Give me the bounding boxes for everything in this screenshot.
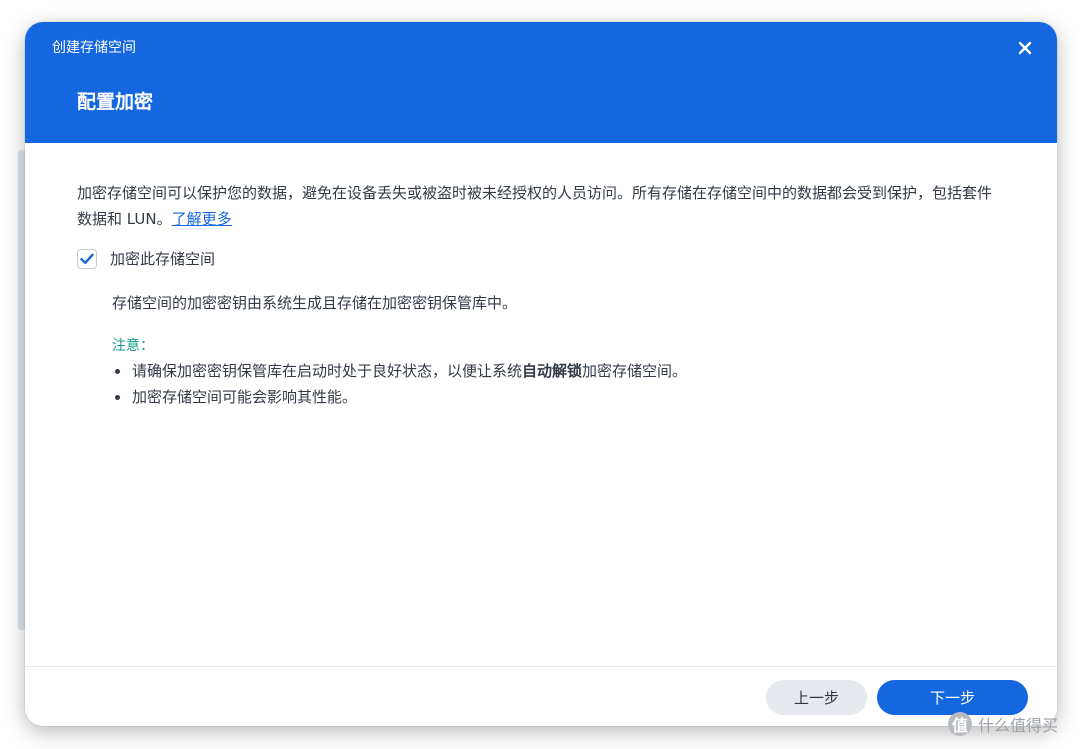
window-title: 创建存储空间: [52, 40, 136, 56]
checkmark-icon: [80, 253, 94, 264]
note-bold-text: 自动解锁: [522, 362, 583, 380]
intro-text: 加密存储空间可以保护您的数据，避免在设备丢失或被盗时被未经授权的人员访问。所有存…: [77, 180, 997, 232]
watermark: 值 什么值得买: [948, 712, 1058, 736]
encrypt-checkbox-label: 加密此存储空间: [110, 250, 216, 268]
learn-more-link[interactable]: 了解更多: [172, 210, 232, 228]
page-heading: 配置加密: [77, 91, 154, 113]
note-text: 加密存储空间。: [582, 362, 688, 380]
close-icon: [1018, 41, 1032, 55]
watermark-logo-icon: 值: [948, 712, 972, 736]
encryption-key-description: 存储空间的加密密钥由系统生成且存储在加密密钥保管库中。: [112, 294, 518, 312]
note-list: 请确保加密密钥保管库在启动时处于良好状态，以便让系统自动解锁加密存储空间。 加密…: [112, 358, 687, 410]
dialog-header: 创建存储空间 配置加密: [25, 22, 1057, 143]
note-item: 加密存储空间可能会影响其性能。: [112, 384, 687, 410]
watermark-text: 什么值得买: [978, 716, 1059, 735]
encrypt-checkbox-row[interactable]: 加密此存储空间: [77, 248, 215, 269]
dialog-content: 加密存储空间可以保护您的数据，避免在设备丢失或被盗时被未经授权的人员访问。所有存…: [77, 180, 997, 406]
note-title: 注意：: [112, 338, 154, 354]
next-step-button[interactable]: 下一步: [877, 680, 1028, 715]
note-item: 请确保加密密钥保管库在启动时处于良好状态，以便让系统自动解锁加密存储空间。: [112, 358, 687, 384]
previous-step-button[interactable]: 上一步: [766, 680, 867, 715]
close-button[interactable]: [1013, 36, 1037, 60]
note-text: 请确保加密密钥保管库在启动时处于良好状态，以便让系统: [132, 362, 523, 380]
encrypt-checkbox[interactable]: [77, 248, 97, 269]
dialog-footer: 上一步 下一步: [25, 666, 1057, 726]
note-text: 加密存储空间可能会影响其性能。: [132, 388, 358, 406]
create-storage-pool-dialog: 创建存储空间 配置加密 加密存储空间可以保护您的数据，避免在设备丢失或被盗时被未…: [25, 22, 1057, 726]
